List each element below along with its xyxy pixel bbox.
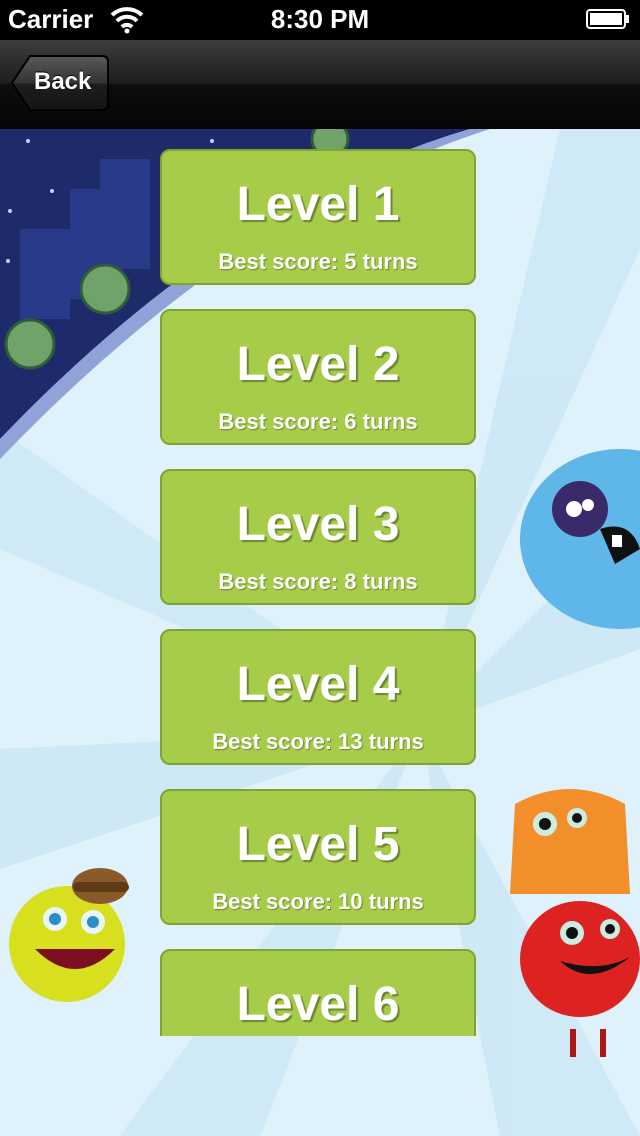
level-title: Level 6: [236, 978, 400, 1031]
clock: 8:30 PM: [270, 4, 370, 34]
level-6-button[interactable]: Level 6: [160, 949, 476, 1036]
level-1-button[interactable]: Level 1 Best score: 5 turns: [160, 149, 476, 285]
level-4-button[interactable]: Level 4 Best score: 13 turns: [160, 629, 476, 765]
navigation-bar: Back: [0, 40, 640, 129]
best-score-label: Best score: 6 turns: [218, 409, 418, 434]
yellow-monster-character: [9, 868, 129, 1002]
level-list[interactable]: Level 1 Best score: 5 turns Level 2 Best…: [160, 149, 480, 1036]
level-5-button[interactable]: Level 5 Best score: 10 turns: [160, 789, 476, 925]
best-score-label: Best score: 8 turns: [218, 569, 418, 594]
orange-monster-character: [510, 789, 630, 894]
blue-monster-character: [520, 449, 640, 629]
red-monster-character: [520, 901, 640, 1057]
level-3-button[interactable]: Level 3 Best score: 8 turns: [160, 469, 476, 605]
best-score-label: Best score: 10 turns: [212, 889, 424, 914]
best-score-label: Best score: 13 turns: [212, 729, 424, 754]
level-title: Level 2: [236, 338, 400, 391]
back-button-label: Back: [34, 68, 92, 95]
status-bar: Carrier 8:30 PM: [0, 0, 640, 40]
level-title: Level 1: [236, 178, 400, 231]
level-title: Level 4: [236, 658, 400, 711]
level-title: Level 3: [236, 498, 400, 551]
level-title: Level 5: [236, 818, 400, 871]
level-2-button[interactable]: Level 2 Best score: 6 turns: [160, 309, 476, 445]
best-score-label: Best score: 5 turns: [218, 249, 418, 274]
level-select-screen: Level 1 Best score: 5 turns Level 2 Best…: [0, 129, 640, 1136]
back-button[interactable]: Back: [10, 54, 110, 112]
battery-icon: [586, 9, 629, 29]
